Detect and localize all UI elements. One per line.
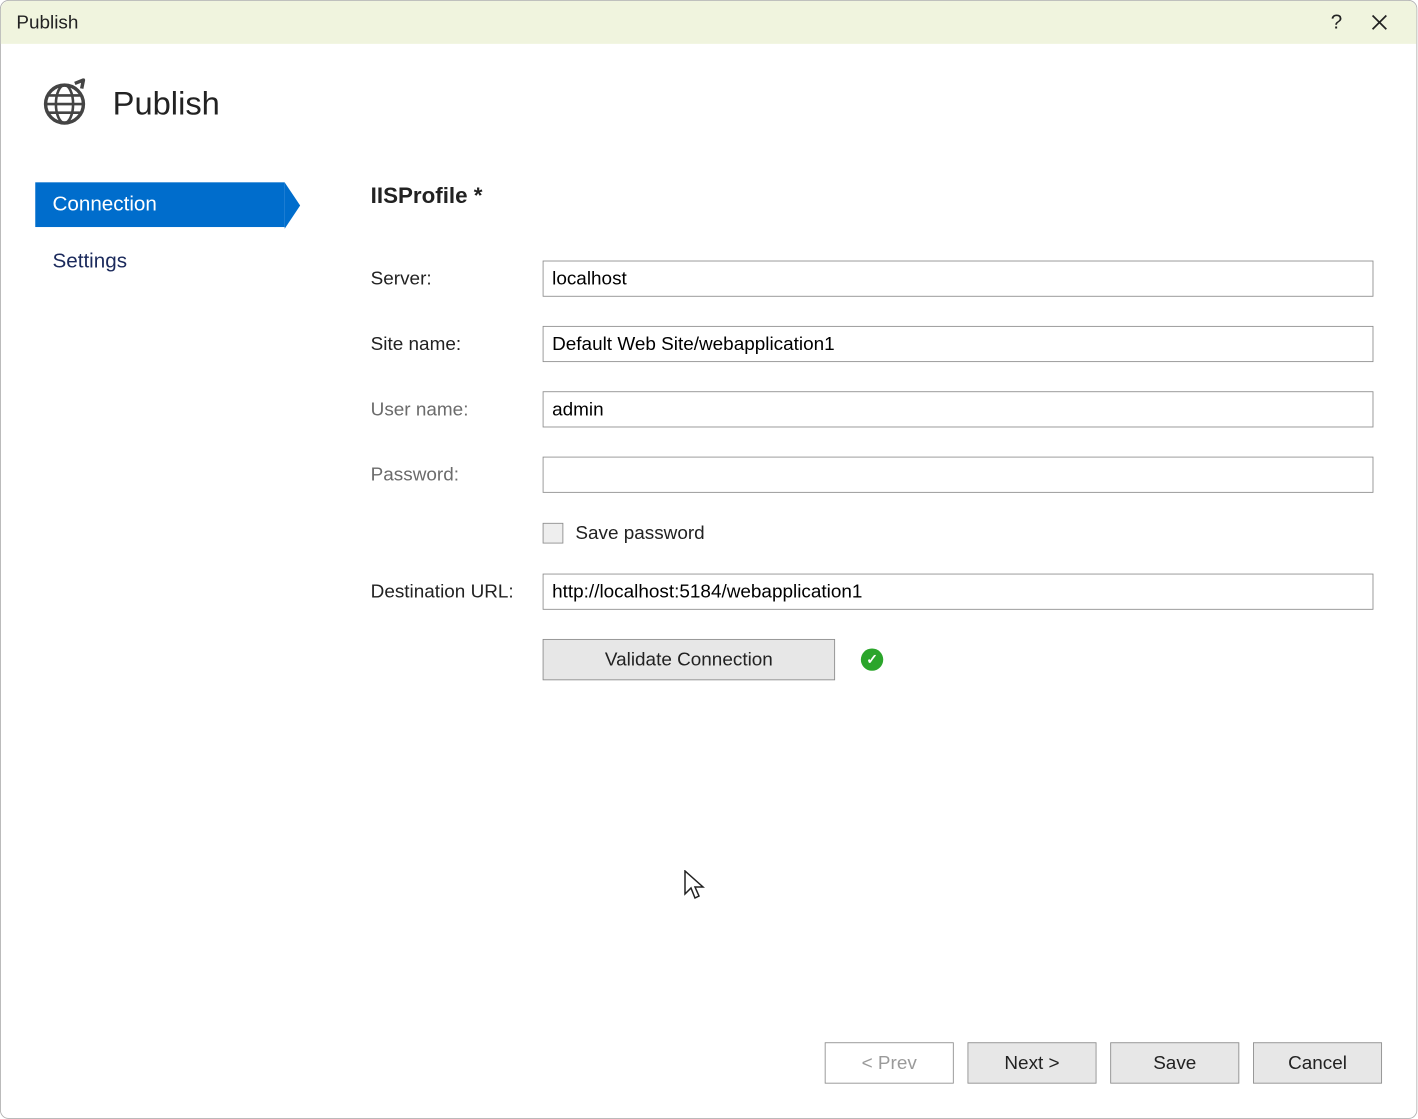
password-input[interactable] — [543, 457, 1374, 493]
body: Connection Settings IISProfile * Server:… — [35, 182, 1382, 1016]
nav-item-settings[interactable]: Settings — [35, 239, 284, 284]
savepassword-label: Save password — [575, 522, 704, 544]
titlebar: Publish ? — [1, 1, 1417, 44]
nav-item-label: Connection — [52, 193, 156, 216]
server-row: Server: — [371, 261, 1374, 297]
validate-connection-button[interactable]: Validate Connection — [543, 639, 835, 680]
validate-row: Validate Connection ✓ — [543, 639, 1374, 680]
sitename-input[interactable] — [543, 326, 1374, 362]
next-button[interactable]: Next > — [968, 1042, 1097, 1083]
savepassword-row: Save password — [543, 522, 1374, 544]
profile-name: IISProfile * — [371, 182, 1374, 209]
content-area: Publish Connection Settings IISProfile *… — [1, 44, 1417, 1042]
close-icon[interactable] — [1358, 1, 1401, 44]
server-input[interactable] — [543, 261, 1374, 297]
password-label: Password: — [371, 464, 543, 486]
sitename-label: Site name: — [371, 333, 543, 355]
username-input[interactable] — [543, 391, 1374, 427]
server-label: Server: — [371, 267, 543, 289]
dialog-title: Publish — [113, 86, 220, 123]
destinationurl-label: Destination URL: — [371, 581, 543, 603]
dialog-header: Publish — [35, 78, 1382, 130]
publish-dialog: Publish ? Publish Connecti — [0, 0, 1417, 1119]
form-area: IISProfile * Server: Site name: User nam… — [285, 182, 1382, 1016]
savepassword-checkbox[interactable] — [543, 523, 564, 544]
cancel-button[interactable]: Cancel — [1253, 1042, 1382, 1083]
username-row: User name: — [371, 391, 1374, 427]
nav-item-connection[interactable]: Connection — [35, 182, 284, 227]
save-button[interactable]: Save — [1110, 1042, 1239, 1083]
username-label: User name: — [371, 398, 543, 420]
destinationurl-input[interactable] — [543, 574, 1374, 610]
sitename-row: Site name: — [371, 326, 1374, 362]
validation-success-icon: ✓ — [861, 648, 883, 670]
destinationurl-row: Destination URL: — [371, 574, 1374, 610]
password-row: Password: — [371, 457, 1374, 493]
prev-button[interactable]: < Prev — [825, 1042, 954, 1083]
dialog-footer: < Prev Next > Save Cancel — [1, 1042, 1417, 1118]
help-icon[interactable]: ? — [1315, 1, 1358, 44]
publish-globe-icon — [40, 78, 88, 130]
wizard-nav: Connection Settings — [35, 182, 284, 1016]
window-title: Publish — [16, 11, 1315, 33]
nav-item-label: Settings — [52, 249, 127, 272]
